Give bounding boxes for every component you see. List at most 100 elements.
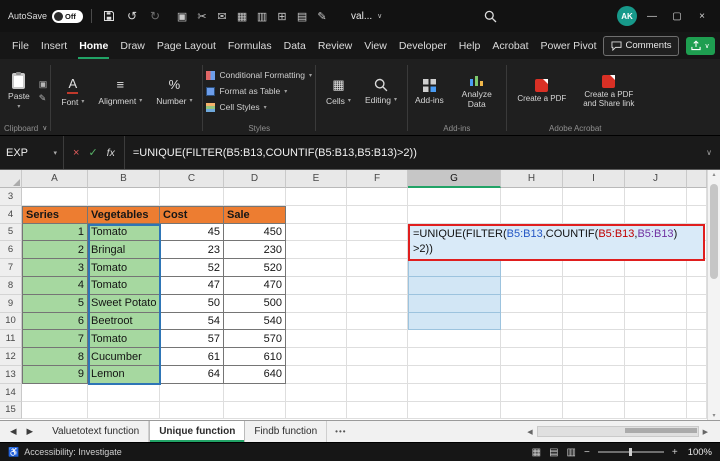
cell-H12[interactable] [501,348,563,366]
cell-B12[interactable]: Cucumber [88,348,160,366]
cell-H14[interactable] [501,384,563,402]
horizontal-scrollbar[interactable] [537,426,699,437]
cell-G13[interactable] [408,366,501,384]
cell-E6[interactable] [286,241,347,259]
row-header-11[interactable]: 11 [0,330,22,348]
menu-tab-formulas[interactable]: Formulas [222,32,278,59]
spill-cell-g9[interactable] [408,295,501,313]
zoom-level[interactable]: 100% [688,447,712,458]
avatar[interactable]: AK [617,6,637,26]
cell-J7[interactable] [625,259,687,277]
create-pdf-button[interactable]: Create a PDF [510,77,574,105]
cell-G11[interactable] [408,330,501,348]
sheet-tab-unique-function[interactable]: Unique function [149,421,245,442]
menu-tab-data[interactable]: Data [278,32,312,59]
cell-C15[interactable] [160,402,224,420]
autosave-toggle[interactable]: Off [52,10,83,23]
cell-F9[interactable] [347,295,408,313]
row-header-13[interactable]: 13 [0,366,22,384]
cell-I8[interactable] [563,277,625,295]
addins-button[interactable]: Add-ins [411,76,448,107]
cell-B6[interactable]: Bringal [88,241,160,259]
cell-H11[interactable] [501,330,563,348]
qat-mail-icon[interactable]: ✉ [212,10,232,23]
cell-A5[interactable]: 1 [22,224,88,242]
cell-C11[interactable]: 57 [160,330,224,348]
cell-F6[interactable] [347,241,408,259]
cell-D12[interactable]: 610 [224,348,286,366]
cell-I4[interactable] [563,206,625,224]
cell-D8[interactable]: 470 [224,277,286,295]
cell-I15[interactable] [563,402,625,420]
cell-D7[interactable]: 520 [224,259,286,277]
cell-H8[interactable] [501,277,563,295]
cell-D10[interactable]: 540 [224,313,286,331]
cell-A14[interactable] [22,384,88,402]
cell-B5[interactable]: Tomato [88,224,160,242]
zoom-slider[interactable] [598,451,664,453]
scroll-up-icon[interactable]: ▴ [708,171,720,178]
cell-C6[interactable]: 23 [160,241,224,259]
cell-J3[interactable] [625,188,687,206]
cell-C12[interactable]: 61 [160,348,224,366]
sheet-tab-findb-function[interactable]: Findb function [245,421,327,442]
page-layout-view-button[interactable]: ▤ [549,447,558,458]
cell-B7[interactable]: Tomato [88,259,160,277]
row-header-9[interactable]: 9 [0,295,22,313]
select-all-corner[interactable] [0,170,22,188]
cell-E3[interactable] [286,188,347,206]
cell-C8[interactable]: 47 [160,277,224,295]
qat-fill-icon[interactable]: ▥ [252,10,272,23]
qat-paste-preview-icon[interactable]: ▣ [172,10,192,23]
menu-tab-home[interactable]: Home [73,32,114,59]
column-header-j[interactable]: J [625,170,687,188]
menu-tab-draw[interactable]: Draw [114,32,151,59]
cells-button[interactable]: ▦ Cells▾ [319,77,358,106]
cell-D4[interactable]: Sale [224,206,286,224]
cell-A15[interactable] [22,402,88,420]
ribbon-cell-styles-button[interactable]: Cell Styles▾ [206,100,312,115]
cell-E4[interactable] [286,206,347,224]
cell-J8[interactable] [625,277,687,295]
menu-tab-help[interactable]: Help [453,32,487,59]
cell-H4[interactable] [501,206,563,224]
menu-tab-acrobat[interactable]: Acrobat [486,32,534,59]
column-header-a[interactable]: A [22,170,88,188]
column-header-d[interactable]: D [224,170,286,188]
share-button[interactable]: ∨ [686,37,714,55]
cell-E10[interactable] [286,313,347,331]
menu-tab-file[interactable]: File [6,32,35,59]
menu-tab-review[interactable]: Review [312,32,358,59]
cancel-button[interactable]: × [73,147,79,159]
enter-button[interactable]: ✓ [88,146,97,159]
cell-C4[interactable]: Cost [160,206,224,224]
cell-J15[interactable] [625,402,687,420]
qat-draw-icon[interactable]: ✎ [312,10,332,23]
column-header-c[interactable]: C [160,170,224,188]
more-sheets-button[interactable]: ••• [327,421,354,442]
cell-F14[interactable] [347,384,408,402]
cell-B13[interactable]: Lemon [88,366,160,384]
cell-A13[interactable]: 9 [22,366,88,384]
cell-H15[interactable] [501,402,563,420]
cell-A12[interactable]: 8 [22,348,88,366]
vertical-scrollbar[interactable]: ▴ ▾ [707,170,720,420]
cell-E13[interactable] [286,366,347,384]
cell-E8[interactable] [286,277,347,295]
number-button[interactable]: % Number▾ [149,77,199,106]
column-header-f[interactable]: F [347,170,408,188]
cell-C14[interactable] [160,384,224,402]
cell-H9[interactable] [501,295,563,313]
copy-icon[interactable]: ▣ [39,79,48,90]
cell-H7[interactable] [501,259,563,277]
redo-button[interactable]: ↻ [146,7,164,25]
cell-F5[interactable] [347,224,408,242]
cell-J4[interactable] [625,206,687,224]
save-button[interactable] [100,7,118,25]
cell-G15[interactable] [408,402,501,420]
cell-F11[interactable] [347,330,408,348]
analyze-data-button[interactable]: Analyze Data [451,71,503,111]
cell-E7[interactable] [286,259,347,277]
cell-D9[interactable]: 500 [224,295,286,313]
scroll-down-icon[interactable]: ▾ [708,412,720,419]
